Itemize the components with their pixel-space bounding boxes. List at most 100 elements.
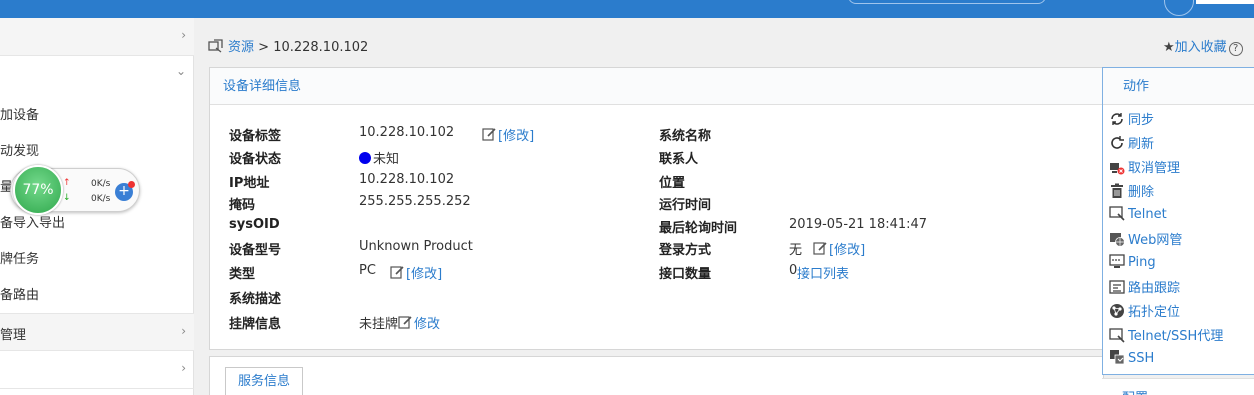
action-panel: 动作 同步 刷新 取消管理 删除 Telnet Web网管 Ping 路由跟踪 … xyxy=(1102,67,1254,375)
header-search-box[interactable] xyxy=(848,0,1046,4)
sync-icon xyxy=(1109,111,1125,127)
network-speed-widget[interactable]: 77% ↑ 0K/s ↓ 0K/s + xyxy=(10,165,140,215)
field-label: 登录方式 xyxy=(659,243,712,258)
service-info-panel: 服务信息 xyxy=(209,356,1104,395)
device-status-text: 未知 xyxy=(373,152,400,167)
edit-tag-info-link[interactable]: 修改 xyxy=(398,313,440,334)
action-web-manage[interactable]: Web网管 xyxy=(1109,229,1182,249)
field-label: 掩码 xyxy=(229,198,256,213)
sidebar-item-device-route[interactable]: 备路由 xyxy=(0,284,194,304)
login-method-value: 无 xyxy=(789,243,803,258)
edit-login-label: [修改] xyxy=(829,243,866,258)
sidebar-item-auto-discover[interactable]: 动发现 xyxy=(0,140,194,160)
sidebar-item-label: 加设备 xyxy=(0,108,40,123)
action-delete[interactable]: 删除 xyxy=(1109,181,1154,201)
action-ssh[interactable]: SSH xyxy=(1109,349,1154,369)
edit-tag-label: [修改] xyxy=(498,129,535,144)
chevron-right-icon: › xyxy=(181,361,186,375)
action-label: Telnet/SSH代理 xyxy=(1128,329,1224,344)
sidebar-group-1[interactable]: › xyxy=(0,18,194,56)
chevron-down-icon: ⌄ xyxy=(175,64,186,78)
add-favorite[interactable]: ★加入收藏? xyxy=(1163,36,1243,56)
ssh-icon xyxy=(1109,349,1125,365)
sidebar-group-more[interactable]: › xyxy=(0,351,194,389)
help-icon[interactable]: ? xyxy=(1228,42,1243,56)
action-panel-title: 动作 xyxy=(1103,68,1254,105)
edit-icon xyxy=(813,241,828,260)
action-label: Ping xyxy=(1128,255,1156,270)
chevron-right-icon: › xyxy=(181,324,186,338)
action-label: SSH xyxy=(1128,351,1155,366)
field-label: 类型 xyxy=(229,267,256,282)
sidebar-item-label: 备导入导出 xyxy=(0,216,66,231)
action-telnet[interactable]: Telnet xyxy=(1109,205,1167,225)
action-sync[interactable]: 同步 xyxy=(1109,109,1154,129)
edit-icon xyxy=(390,265,405,284)
sidebar-item-import-export[interactable]: 备导入导出 xyxy=(0,212,194,232)
web-manage-icon xyxy=(1109,231,1125,247)
sidebar-item-label: 牌任务 xyxy=(0,252,40,267)
device-detail-title: 设备详细信息 xyxy=(210,68,1103,105)
action-unmanage[interactable]: 取消管理 xyxy=(1109,157,1180,177)
ping-icon xyxy=(1109,253,1125,269)
sidebar-group-manage[interactable]: 管理 › xyxy=(0,313,194,351)
action-traceroute[interactable]: 路由跟踪 xyxy=(1109,277,1180,297)
user-avatar[interactable] xyxy=(1164,0,1194,16)
edit-icon xyxy=(482,127,497,146)
sidebar-item-tag-task[interactable]: 牌任务 xyxy=(0,248,194,268)
breadcrumb-root-link[interactable]: 资源 xyxy=(228,40,254,55)
chevron-right-icon: › xyxy=(181,28,186,42)
upload-arrow-icon: ↑ xyxy=(63,178,71,188)
field-label: 运行时间 xyxy=(659,198,712,213)
edit-tag-link[interactable]: [修改] xyxy=(482,125,534,146)
action-topology-locate[interactable]: 拓扑定位 xyxy=(1109,301,1180,321)
action-label: 刷新 xyxy=(1128,137,1155,152)
action-label: 拓扑定位 xyxy=(1128,305,1181,320)
add-favorite-label: 加入收藏 xyxy=(1174,40,1227,55)
last-poll-time-value: 2019-05-21 18:41:47 xyxy=(789,217,928,232)
device-tag-value: 10.228.10.102 xyxy=(359,125,455,140)
interface-list-link[interactable]: 接口列表 xyxy=(797,263,849,282)
config-panel-header[interactable]: 配置 xyxy=(1102,378,1254,395)
field-label: 最后轮询时间 xyxy=(659,221,738,236)
edit-icon xyxy=(398,315,413,334)
download-arrow-icon: ↓ xyxy=(63,193,71,203)
edit-login-link[interactable]: [修改] xyxy=(813,239,865,260)
star-icon: ★ xyxy=(1163,40,1175,55)
breadcrumb-current: 10.228.10.102 xyxy=(273,40,369,55)
field-label: 系统描述 xyxy=(229,292,282,307)
trash-icon xyxy=(1109,183,1125,199)
header-corner xyxy=(1196,0,1254,4)
tab-service-info[interactable]: 服务信息 xyxy=(225,367,304,395)
device-type-value: PC xyxy=(359,263,376,278)
edit-type-link[interactable]: [修改] xyxy=(390,263,442,284)
telnet-ssh-proxy-icon xyxy=(1109,327,1125,343)
config-panel-title: 配置 xyxy=(1122,387,1148,395)
sidebar-group-2[interactable]: ⌄ xyxy=(0,56,194,94)
sidebar-item-label: 管理 xyxy=(0,328,27,343)
field-label: sysOID xyxy=(229,217,280,232)
action-ping[interactable]: Ping xyxy=(1109,253,1156,273)
device-status-value: 未知 xyxy=(359,148,399,167)
action-label: 同步 xyxy=(1128,113,1155,128)
telnet-icon xyxy=(1109,205,1125,221)
action-label: Web网管 xyxy=(1128,233,1183,248)
field-label: IP地址 xyxy=(229,176,270,191)
breadcrumb-separator: > xyxy=(254,40,274,55)
action-refresh[interactable]: 刷新 xyxy=(1109,133,1154,153)
sidebar-item-label: 动发现 xyxy=(0,144,40,159)
tag-info-value: 未挂牌 xyxy=(359,317,399,332)
field-label: 系统名称 xyxy=(659,129,712,144)
action-label: 路由跟踪 xyxy=(1128,281,1181,296)
breadcrumb: 资源 > 10.228.10.102 xyxy=(208,36,369,55)
unmanage-icon xyxy=(1109,159,1125,175)
sidebar-item-add-device[interactable]: 加设备 xyxy=(0,104,194,124)
edit-tag-info-label: 修改 xyxy=(414,317,441,332)
mask-value: 255.255.255.252 xyxy=(359,194,471,209)
action-telnet-ssh-proxy[interactable]: Telnet/SSH代理 xyxy=(1109,325,1223,345)
edit-type-label: [修改] xyxy=(406,267,443,282)
status-dot-icon xyxy=(359,152,371,164)
field-label: 设备型号 xyxy=(229,243,282,258)
traceroute-icon xyxy=(1109,279,1125,295)
device-model-value: Unknown Product xyxy=(359,239,473,254)
